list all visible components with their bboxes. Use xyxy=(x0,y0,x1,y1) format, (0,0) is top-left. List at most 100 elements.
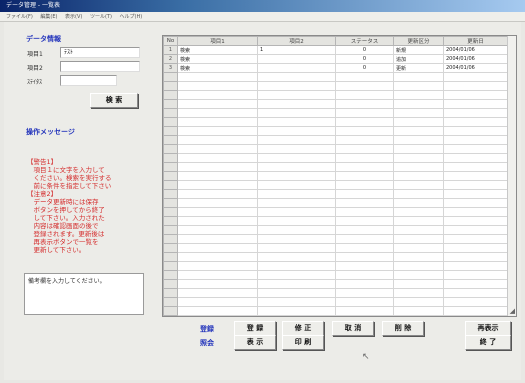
table-cell xyxy=(257,297,336,307)
grid-header-row: No 項目1 項目2 ステータス 更新区分 更新日 xyxy=(163,36,508,46)
print-button[interactable]: 印 刷 xyxy=(282,335,324,350)
search-button[interactable]: 検 索 xyxy=(90,93,138,108)
modify-button[interactable]: 修 正 xyxy=(282,321,324,336)
table-row[interactable] xyxy=(163,108,508,118)
column-header-item1[interactable]: 項目1 xyxy=(177,36,258,46)
message-line: 前に条件を指定して下さい xyxy=(27,182,112,190)
cell-update-type: 追加 xyxy=(393,54,444,64)
table-cell xyxy=(335,189,394,199)
table-row[interactable] xyxy=(163,216,508,226)
column-header-no[interactable]: No xyxy=(163,36,178,46)
row-number xyxy=(163,99,178,109)
table-row[interactable] xyxy=(163,207,508,217)
table-row[interactable] xyxy=(163,90,508,100)
table-row[interactable] xyxy=(163,126,508,136)
close-button[interactable]: 終 了 xyxy=(465,335,511,350)
table-cell xyxy=(393,162,444,172)
table-row[interactable] xyxy=(163,252,508,262)
table-row[interactable] xyxy=(163,99,508,109)
table-cell xyxy=(257,117,336,127)
table-row[interactable] xyxy=(163,72,508,82)
table-row[interactable] xyxy=(163,171,508,181)
grid-scrollbar[interactable] xyxy=(507,36,516,316)
table-cell xyxy=(335,171,394,181)
title-bar: データ管理 - 一覧表 xyxy=(0,0,525,12)
notes-textarea[interactable]: 備考欄を入力してください。 xyxy=(24,273,144,315)
data-grid[interactable]: No 項目1 項目2 ステータス 更新区分 更新日 1 検索 1 0 新規 20… xyxy=(162,35,517,317)
column-header-status[interactable]: ステータス xyxy=(335,36,394,46)
menu-item-tools[interactable]: ツール(T) xyxy=(90,14,112,20)
menu-item-view[interactable]: 表示(V) xyxy=(65,14,82,20)
column-header-update-type[interactable]: 更新区分 xyxy=(393,36,444,46)
table-row[interactable]: 1 検索 1 0 新規 2004/01/06 xyxy=(163,45,508,55)
table-cell xyxy=(335,225,394,235)
table-cell xyxy=(335,234,394,244)
table-cell xyxy=(443,261,508,271)
table-cell xyxy=(393,126,444,136)
table-row[interactable] xyxy=(163,279,508,289)
column-header-update-date[interactable]: 更新日 xyxy=(443,36,508,46)
table-row[interactable] xyxy=(163,198,508,208)
message-line: 更新して下さい。 xyxy=(27,246,86,254)
table-row[interactable] xyxy=(163,243,508,253)
table-cell xyxy=(393,270,444,280)
cell-item1: 検索 xyxy=(177,54,258,64)
field-2-input[interactable] xyxy=(60,61,140,72)
refresh-button[interactable]: 再表示 xyxy=(465,321,511,336)
table-row[interactable] xyxy=(163,144,508,154)
table-cell xyxy=(443,153,508,163)
delete-button[interactable]: 削 除 xyxy=(382,321,424,336)
table-cell xyxy=(257,144,336,154)
table-cell xyxy=(393,99,444,109)
table-cell xyxy=(177,81,258,91)
register-button[interactable]: 登 録 xyxy=(234,321,276,336)
table-row[interactable] xyxy=(163,297,508,307)
cell-item2 xyxy=(257,54,336,64)
menu-item-file[interactable]: ファイル(F) xyxy=(6,14,33,20)
table-cell xyxy=(335,243,394,253)
display-button[interactable]: 表 示 xyxy=(234,335,276,350)
table-row[interactable] xyxy=(163,180,508,190)
menu-item-edit[interactable]: 編集(E) xyxy=(40,14,57,20)
table-row[interactable]: 3 検索 0 更新 2004/01/06 xyxy=(163,63,508,73)
table-cell xyxy=(177,144,258,154)
table-cell xyxy=(177,189,258,199)
cell-item2: 1 xyxy=(257,45,336,55)
table-row[interactable] xyxy=(163,225,508,235)
table-cell xyxy=(257,135,336,145)
row-number xyxy=(163,216,178,226)
table-row[interactable] xyxy=(163,117,508,127)
table-row[interactable] xyxy=(163,270,508,280)
table-cell xyxy=(443,108,508,118)
table-row[interactable] xyxy=(163,189,508,199)
table-cell xyxy=(335,72,394,82)
table-row[interactable] xyxy=(163,153,508,163)
table-row[interactable] xyxy=(163,135,508,145)
field-1-input[interactable]: ﾃｽﾄ xyxy=(60,47,140,58)
table-row[interactable] xyxy=(163,162,508,172)
table-row[interactable] xyxy=(163,81,508,91)
menu-item-help[interactable]: ヘルプ(H) xyxy=(120,14,143,20)
row-number xyxy=(163,180,178,190)
table-cell xyxy=(257,180,336,190)
table-cell xyxy=(443,216,508,226)
menu-bar: ファイル(F) 編集(E) 表示(V) ツール(T) ヘルプ(H) xyxy=(0,12,525,22)
row-number xyxy=(163,261,178,271)
table-row[interactable]: 2 検索 0 追加 2004/01/06 xyxy=(163,54,508,64)
table-cell xyxy=(257,207,336,217)
cancel-button[interactable]: 取 消 xyxy=(332,321,374,336)
table-cell xyxy=(257,261,336,271)
table-cell xyxy=(443,126,508,136)
table-cell xyxy=(257,171,336,181)
table-row[interactable] xyxy=(163,261,508,271)
table-cell xyxy=(335,144,394,154)
table-row[interactable] xyxy=(163,306,508,316)
table-row[interactable] xyxy=(163,288,508,298)
column-header-item2[interactable]: 項目2 xyxy=(257,36,336,46)
resize-grip-icon[interactable]: ◢ xyxy=(510,307,515,315)
table-row[interactable] xyxy=(163,234,508,244)
row-number xyxy=(163,117,178,127)
table-cell xyxy=(443,288,508,298)
row-number xyxy=(163,162,178,172)
status-input[interactable] xyxy=(60,75,117,86)
